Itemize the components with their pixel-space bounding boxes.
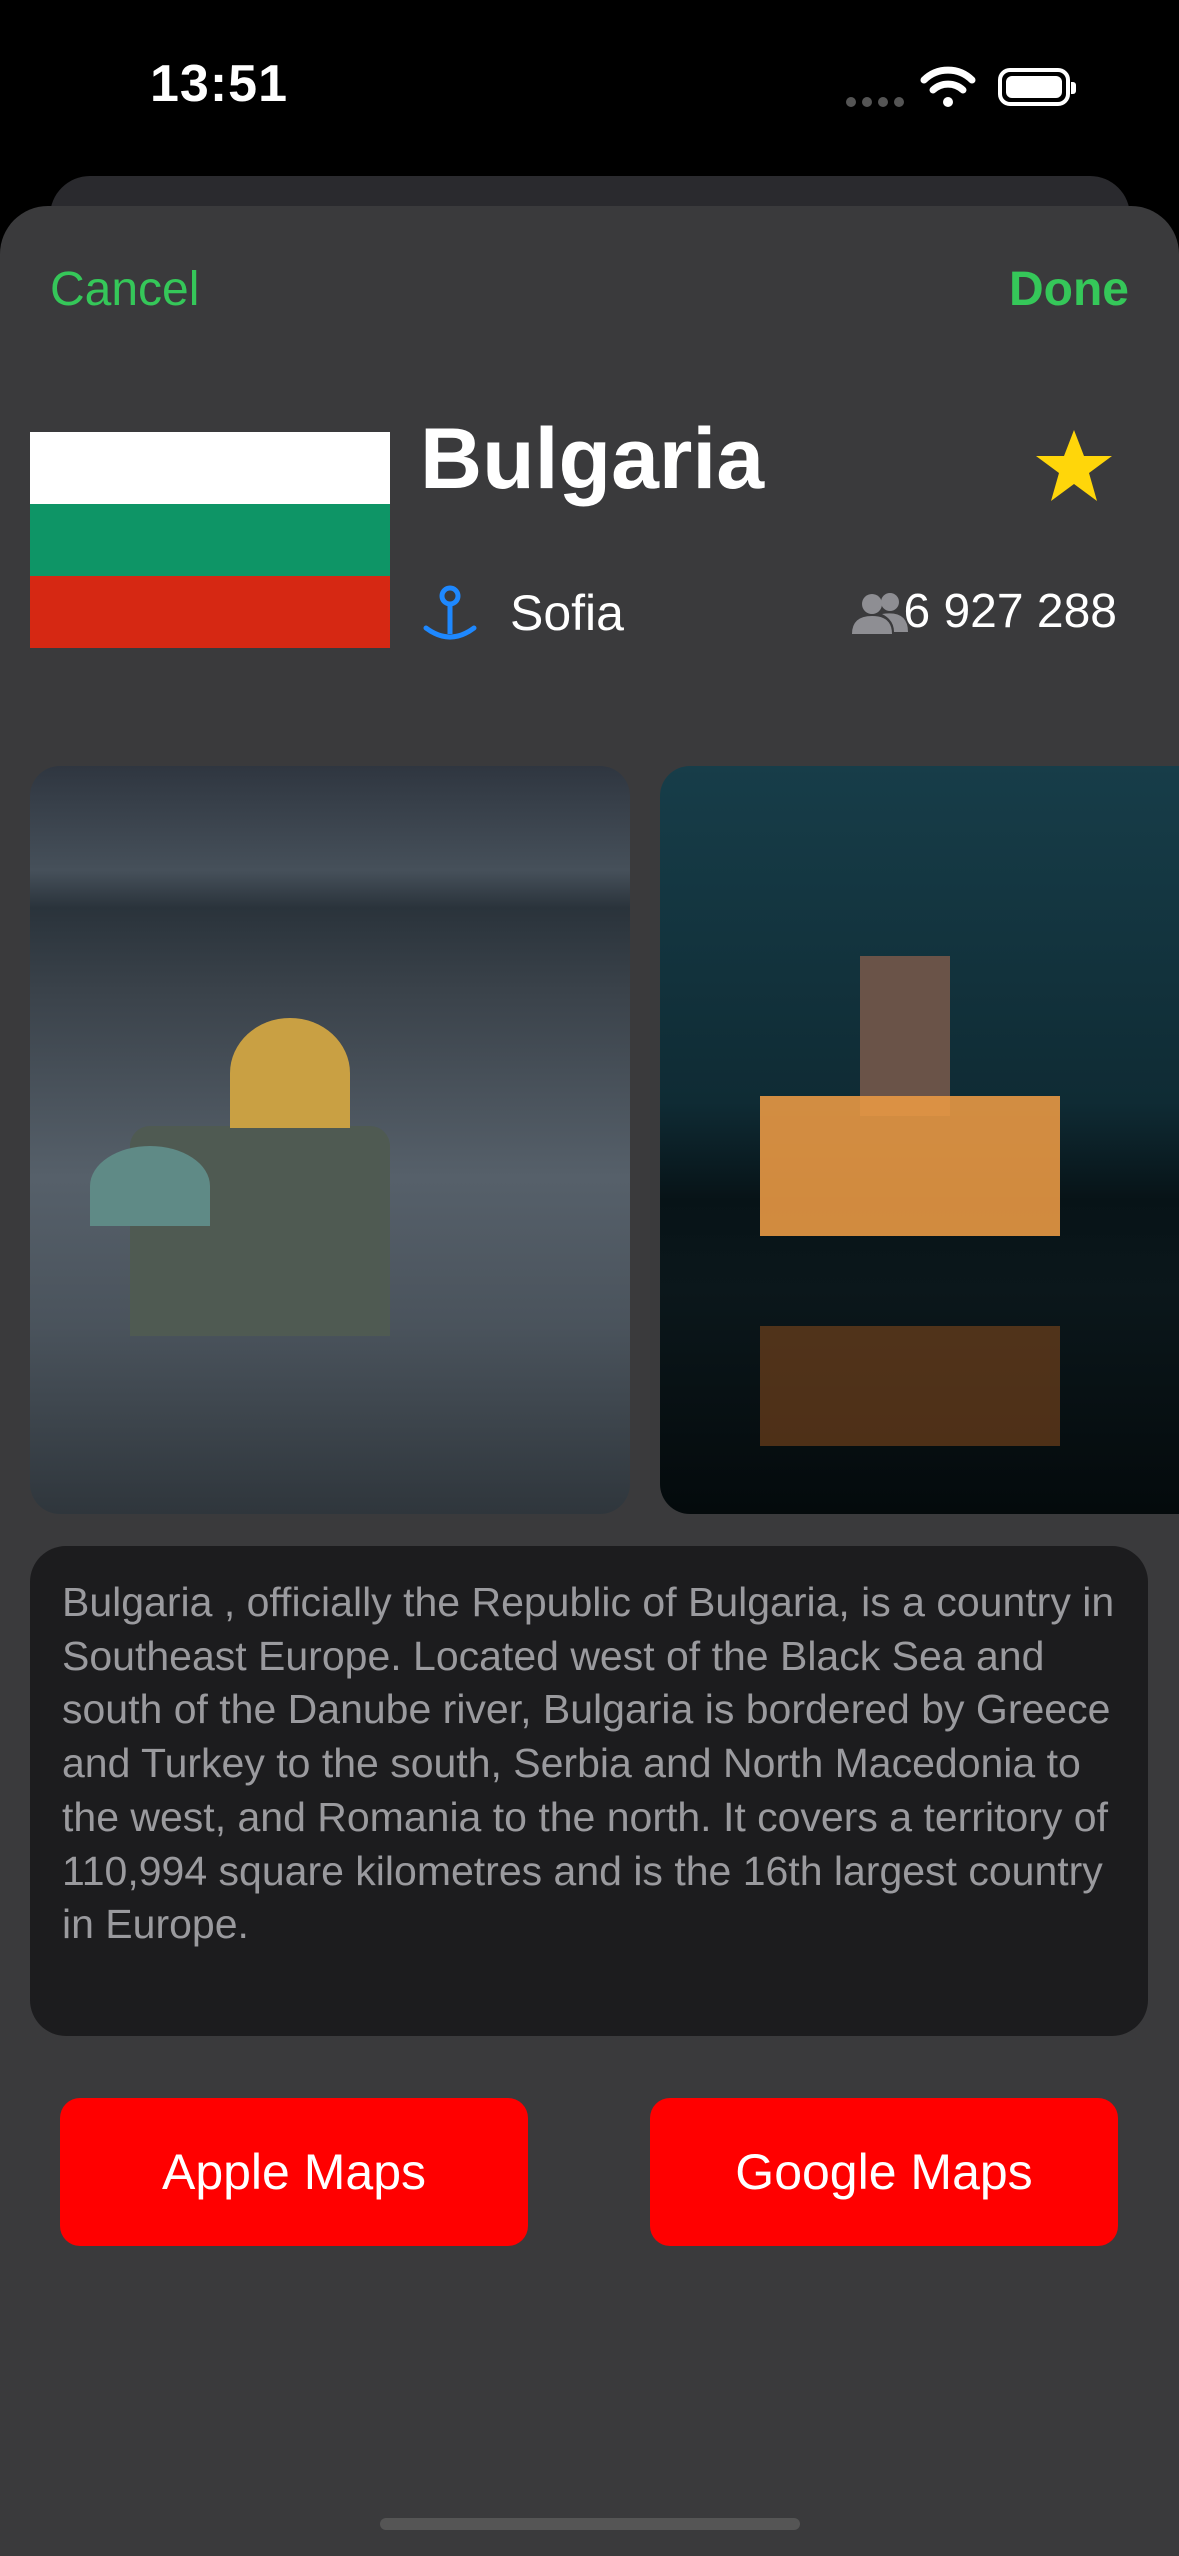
home-indicator[interactable] xyxy=(380,2518,800,2530)
people-icon xyxy=(852,593,908,634)
wifi-icon xyxy=(920,66,976,107)
green-dome-shape xyxy=(90,1146,210,1226)
palace-night-photo[interactable] xyxy=(660,766,1179,1514)
palace-tower-shape xyxy=(860,956,950,1116)
golden-dome-shape xyxy=(230,1018,350,1128)
capital-name: Sofia xyxy=(510,585,624,641)
battery-icon xyxy=(998,68,1076,106)
google-maps-button[interactable]: Google Maps xyxy=(650,2098,1118,2246)
cathedral-photo[interactable] xyxy=(30,766,630,1514)
apple-maps-button[interactable]: Apple Maps xyxy=(60,2098,528,2246)
palace-lit-shape xyxy=(760,1096,1060,1236)
signal-dots-icon xyxy=(846,94,910,112)
status-time: 13:51 xyxy=(150,55,288,113)
palace-reflection-shape xyxy=(760,1326,1060,1446)
map-pin-icon xyxy=(423,585,477,640)
population-value: 6 927 288 xyxy=(903,585,1117,638)
star-icon[interactable] xyxy=(1034,428,1114,504)
description-text: Bulgaria , officially the Republic of Bu… xyxy=(62,1579,1115,1948)
done-button[interactable]: Done xyxy=(1009,262,1129,317)
country-flag xyxy=(30,432,390,648)
country-name: Bulgaria xyxy=(420,411,765,507)
cancel-button[interactable]: Cancel xyxy=(50,262,199,317)
status-bar: 13:51 xyxy=(0,0,1179,170)
description-card: Bulgaria , officially the Republic of Bu… xyxy=(30,1546,1148,2036)
